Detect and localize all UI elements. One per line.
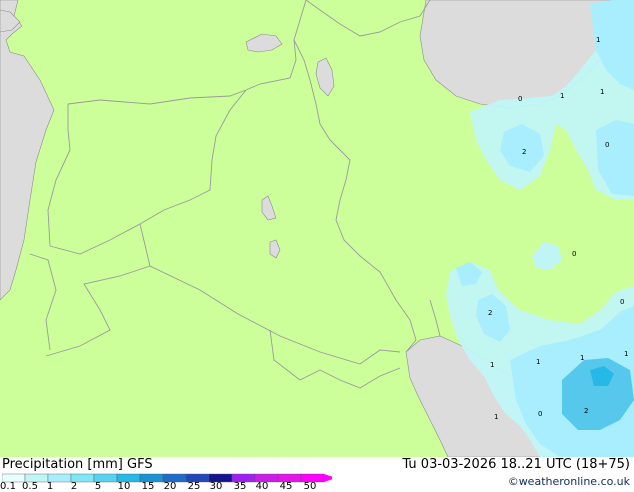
contour-label: 0 [620, 298, 624, 306]
valid-time-label: Tu 03-03-2026 18..21 UTC (18+75) [402, 457, 630, 472]
contour-label: 1 [580, 354, 584, 362]
map-footer: Precipitation [mm] GFS Tu 03-03-2026 18.… [0, 457, 634, 492]
legend-tick-label: 20 [163, 481, 177, 492]
legend-tick-label: 0.1 [0, 481, 16, 492]
contour-label: 1 [490, 361, 494, 369]
contour-label: 2 [522, 148, 526, 156]
contour-label: 1 [536, 358, 540, 366]
copyright-link[interactable]: ©weatheronline.co.uk [508, 475, 630, 488]
contour-label: 2 [488, 309, 492, 317]
legend-tick-label: 0.5 [22, 481, 38, 492]
precipitation-map: 1 1 0 1 2 0 0 0 2 1 1 1 1 1 0 2 [0, 0, 634, 457]
contour-label: 0 [518, 95, 522, 103]
legend-tick-label: 1 [46, 481, 54, 492]
legend-tick-label: 10 [117, 481, 131, 492]
contour-label: 1 [600, 88, 604, 96]
legend-tick-label: 15 [141, 481, 155, 492]
legend-tick-label: 40 [255, 481, 269, 492]
map-canvas: 1 1 0 1 2 0 0 0 2 1 1 1 1 1 0 2 [0, 0, 634, 457]
legend-tick-label: 30 [209, 481, 223, 492]
contour-label: 1 [560, 92, 564, 100]
legend-arrow [324, 474, 332, 482]
contour-label: 1 [624, 350, 628, 358]
contour-label: 1 [494, 413, 498, 421]
legend-tick-label: 5 [94, 481, 102, 492]
legend-tick-label: 25 [187, 481, 201, 492]
product-title: Precipitation [mm] GFS [2, 457, 153, 472]
contour-label: 1 [596, 36, 600, 44]
contour-label: 0 [572, 250, 576, 258]
contour-label: 2 [584, 407, 588, 415]
contour-label: 0 [538, 410, 542, 418]
legend-tick-label: 2 [70, 481, 78, 492]
legend-tick-label: 50 [303, 481, 317, 492]
contour-label: 0 [605, 141, 609, 149]
legend-tick-label: 35 [233, 481, 247, 492]
legend-tick-label: 45 [279, 481, 293, 492]
